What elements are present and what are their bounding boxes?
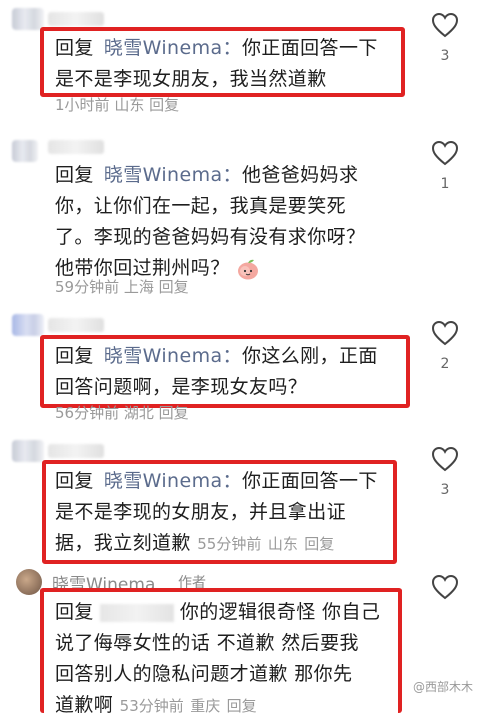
like-button[interactable]: 3 <box>430 12 460 64</box>
avatar[interactable] <box>12 440 44 462</box>
reply-button[interactable]: 回复 <box>304 535 334 553</box>
reply-to-user[interactable]: 晓雪Winema： <box>104 470 242 492</box>
username-blurred[interactable] <box>48 444 104 458</box>
avatar[interactable] <box>12 140 38 162</box>
avatar[interactable] <box>12 8 44 30</box>
username-blurred[interactable] <box>48 12 104 26</box>
username-blurred[interactable] <box>99 603 174 622</box>
heart-outline-icon <box>431 12 459 38</box>
username-blurred[interactable] <box>48 140 104 154</box>
comment-text: 回复 你的逻辑很奇怪 你自己 说了侮辱女性的话 不道歉 然后要我 回答别人的隐私问… <box>55 601 381 716</box>
like-count: 3 <box>440 482 450 498</box>
reply-button[interactable]: 回复 <box>227 697 257 715</box>
comment-meta: 59分钟前 上海 回复 <box>55 278 189 296</box>
heart-outline-icon <box>431 140 459 166</box>
comment-text: 回复 晓雪Winema：你正面回答一下 是不是李现的女朋友，并且拿出证 据，我立刻… <box>55 470 378 554</box>
like-button[interactable]: 2 <box>430 320 460 372</box>
reply-button[interactable]: 回复 <box>159 404 189 422</box>
reply-button[interactable]: 回复 <box>149 96 179 114</box>
comment-text: 回复 晓雪Winema：他爸爸妈妈求 你，让你们在一起，我真是要笑死 了。李现的爸… <box>55 164 366 279</box>
like-count: 1 <box>440 176 450 192</box>
like-button[interactable] <box>430 574 460 600</box>
peach-emoji-icon <box>237 259 258 279</box>
reply-to-user[interactable]: 晓雪Winema： <box>104 37 242 59</box>
username-blurred[interactable] <box>48 318 104 332</box>
avatar[interactable] <box>12 314 44 336</box>
like-count: 2 <box>440 356 450 372</box>
like-button[interactable]: 1 <box>430 140 460 192</box>
heart-outline-icon <box>431 574 459 600</box>
comment-text: 回复 晓雪Winema：你这么刚，正面 回答问题啊，是李现女友吗？ <box>55 345 378 398</box>
heart-outline-icon <box>431 446 459 472</box>
like-count: 3 <box>440 48 450 64</box>
heart-outline-icon <box>431 320 459 346</box>
comment-meta: 1小时前 山东 回复 <box>55 96 180 114</box>
reply-to-user[interactable]: 晓雪Winema： <box>104 164 242 186</box>
reply-to-user[interactable]: 晓雪Winema： <box>104 345 242 367</box>
comment-meta: 56分钟前 湖北 回复 <box>55 404 189 422</box>
author-avatar[interactable] <box>16 569 42 595</box>
reply-button[interactable]: 回复 <box>159 278 189 296</box>
watermark: @西部木木 <box>412 680 473 694</box>
like-button[interactable]: 3 <box>430 446 460 498</box>
comment-text: 回复 晓雪Winema：你正面回答一下 是不是李现女朋友，我当然道歉 <box>55 37 378 90</box>
